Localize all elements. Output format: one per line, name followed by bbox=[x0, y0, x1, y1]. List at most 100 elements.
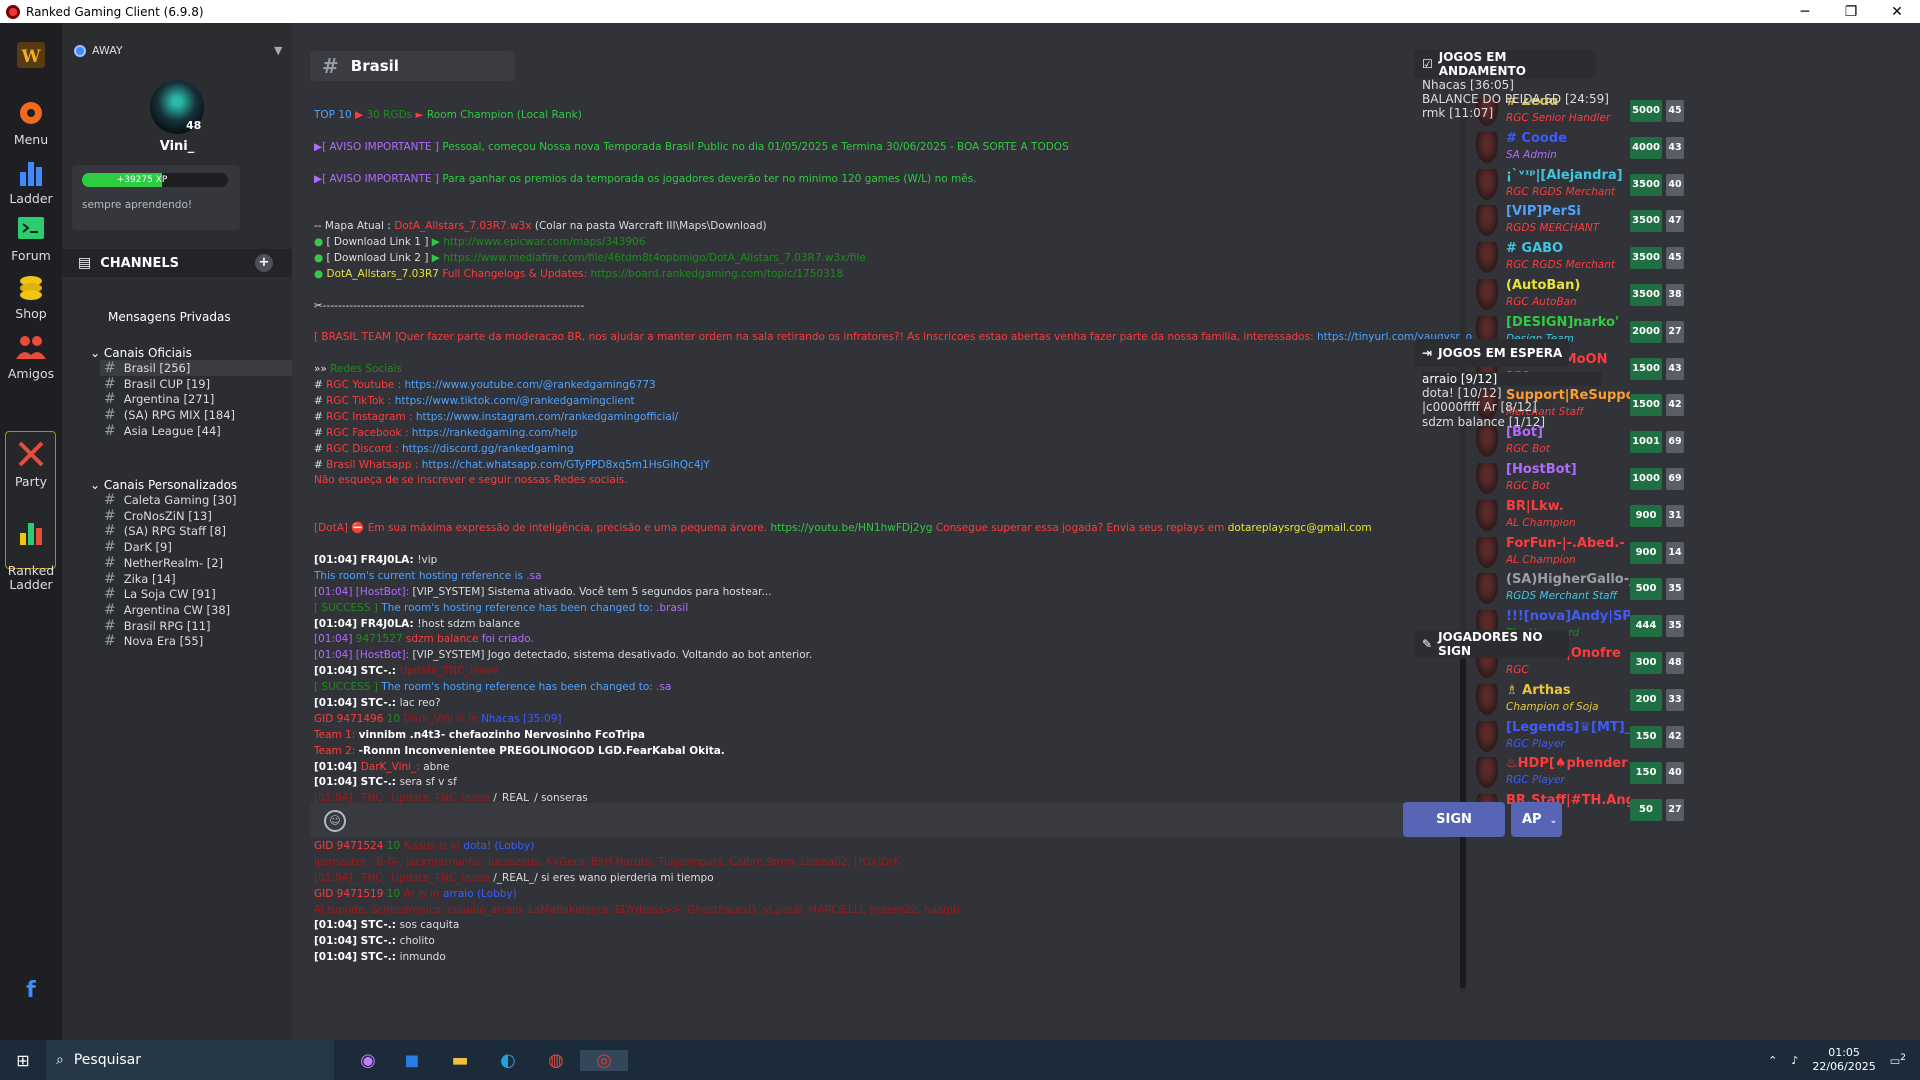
channel-item[interactable]: # (SA) RPG Staff [8] bbox=[104, 523, 226, 539]
chat-line: GID 9471496 10 Dark_Vini is in Nhacas [3… bbox=[314, 712, 1474, 728]
party-button[interactable]: Party bbox=[0, 439, 62, 489]
game-item[interactable]: arraio [9/12] bbox=[1422, 372, 1602, 387]
chat-segment: DotA_Allstars_7.03R7 bbox=[326, 267, 443, 280]
title-bar: Ranked Gaming Client (6.9.8) ─ ❐ ✕ bbox=[0, 0, 1920, 23]
chat-segment: https://www.youtube.com/@rankedgaming677… bbox=[404, 379, 656, 392]
game-item[interactable]: dota! [10/12] bbox=[1422, 386, 1602, 400]
game-item[interactable]: Nhacas [36:05] bbox=[1422, 78, 1609, 92]
chat-segment: »» bbox=[314, 363, 331, 376]
game-item[interactable]: sdzm balance [1/12] bbox=[1422, 415, 1602, 429]
xp-label: +39275 XP bbox=[116, 175, 168, 185]
shop-label: Shop bbox=[15, 306, 47, 321]
channel-item[interactable]: # CroNosZiN [13] bbox=[104, 508, 212, 524]
channel-item[interactable]: # Argentina [271] bbox=[104, 391, 214, 407]
notification-icon[interactable]: ▭2 bbox=[1890, 1052, 1906, 1068]
chat-segment: [01:04] STC-.: bbox=[314, 665, 400, 678]
message-input[interactable]: ☺ bbox=[310, 803, 1452, 838]
hash-icon: # bbox=[322, 54, 339, 78]
official-category[interactable]: ⌄ Canais Oficiais bbox=[90, 346, 192, 360]
menu-button[interactable]: Menu bbox=[0, 97, 62, 147]
chat-line: # RGC TikTok : https://www.tiktok.com/@r… bbox=[314, 394, 1474, 410]
chat-segment: 10 bbox=[386, 712, 404, 725]
maximize-icon[interactable]: ❐ bbox=[1828, 4, 1874, 20]
chat-line: [01:04] 9471527 sdzm balance foi criado. bbox=[314, 632, 1474, 648]
app-icon bbox=[6, 4, 20, 19]
channel-item[interactable]: # Brasil RPG [11] bbox=[104, 618, 211, 634]
channel-item[interactable]: # Brasil CUP [19] bbox=[104, 376, 210, 392]
chat-line: [DotA] ⛔ Em sua máxima expressão de inte… bbox=[314, 521, 1474, 537]
game-item[interactable]: |c0000ffff Ar [8/12] bbox=[1422, 400, 1602, 414]
chat-segment: RGC Facebook : bbox=[326, 426, 412, 439]
speaker-icon[interactable]: ♪ bbox=[1791, 1054, 1798, 1067]
chat-segment: [VIP_SYSTEM] Jogo detectado, sistema des… bbox=[412, 649, 813, 662]
chat-segment: Al.tupode, Schizofrenico, claudio_arraio… bbox=[314, 903, 960, 916]
chat-segment: [ SUCCESS ] bbox=[314, 601, 382, 614]
profile-motto: sempre aprendendo! bbox=[82, 199, 193, 211]
status-selector[interactable]: AWAY ▼ bbox=[74, 44, 282, 57]
coins-icon bbox=[20, 276, 42, 300]
private-messages[interactable]: Mensagens Privadas bbox=[108, 310, 231, 324]
chat-segment: arraio (Lobby) bbox=[442, 887, 517, 900]
channel-item[interactable]: # Argentina CW [38] bbox=[104, 602, 230, 618]
ranked-ladder-button[interactable]: Ranked Ladder bbox=[0, 501, 62, 592]
chat-segment: [01:04] [HostBot]: bbox=[314, 585, 413, 598]
ladder-button[interactable]: Ladder bbox=[0, 156, 62, 206]
close-icon[interactable]: ✕ bbox=[1874, 4, 1920, 20]
channel-item[interactable]: # (SA) RPG MIX [184] bbox=[104, 407, 235, 423]
chat-segment: GID 9471524 bbox=[314, 839, 387, 852]
tray-arrow-icon[interactable]: ⌃ bbox=[1768, 1054, 1777, 1067]
hash-icon: # bbox=[104, 554, 116, 571]
chrome-icon[interactable]: ◍ bbox=[532, 1050, 580, 1071]
channel-item[interactable]: # NetherRealm- [2] bbox=[104, 555, 223, 571]
chat-line bbox=[314, 537, 1474, 553]
games-in-progress-list: Nhacas [36:05] BALANCE DO PEIDA SD [24:59… bbox=[1422, 78, 1609, 121]
chat-line: ✂---------------------------------------… bbox=[314, 299, 1474, 315]
chat-segment: Ar is in bbox=[403, 887, 443, 900]
forum-button[interactable]: Forum bbox=[0, 213, 62, 263]
chevron-down-icon: ⌄ bbox=[90, 478, 104, 492]
copilot-icon[interactable]: ◉ bbox=[348, 1050, 388, 1071]
ap-button[interactable]: AP ⌄ bbox=[1511, 802, 1562, 837]
chat-segment: Em sua máxima expressão de inteligência,… bbox=[367, 522, 771, 535]
channel-item[interactable]: # Caleta Gaming [30] bbox=[104, 492, 237, 508]
chat-line: Team 2: -Ronnn Inconvenientee PREGOLINOG… bbox=[314, 744, 1474, 760]
chat-segment: dota! (Lobby) bbox=[463, 839, 535, 852]
warcraft-logo[interactable]: W bbox=[0, 39, 62, 74]
channel-item[interactable]: # Nova Era [55] bbox=[104, 633, 203, 649]
clock[interactable]: 01:05 22/06/2025 bbox=[1812, 1046, 1875, 1074]
chat-segment: Consegue superar essa jogada? Envia seus… bbox=[935, 522, 1228, 535]
channel-item[interactable]: # Zika [14] bbox=[104, 571, 176, 587]
rgc-app-icon[interactable]: ◎ bbox=[580, 1049, 628, 1071]
outlook-icon[interactable]: ◼ bbox=[388, 1050, 436, 1071]
windows-start-icon[interactable]: ⊞ bbox=[0, 1051, 46, 1070]
taskbar-search[interactable]: ⌕ Pesquisar bbox=[46, 1040, 334, 1080]
chat-segment: sdzm balance bbox=[405, 633, 482, 646]
folder-icon[interactable]: ▬ bbox=[436, 1050, 484, 1071]
channel-item[interactable]: # DarK [9] bbox=[104, 539, 172, 555]
add-channel-icon[interactable]: + bbox=[255, 254, 273, 272]
chat-log[interactable]: TOP 10 ▶ 30 RGDs ► Room Champion (Local … bbox=[314, 108, 1474, 993]
friends-button[interactable]: Amigos bbox=[0, 331, 62, 381]
chat-line: [01:04] [HostBot]: [VIP_SYSTEM] Sistema … bbox=[314, 585, 1474, 601]
emoji-icon[interactable]: ☺ bbox=[324, 810, 346, 832]
channel-item[interactable]: # Asia League [44] bbox=[104, 423, 221, 439]
minimize-icon[interactable]: ─ bbox=[1782, 4, 1828, 20]
hash-icon: # bbox=[104, 570, 116, 587]
bar-chart-icon bbox=[20, 162, 42, 186]
channel-item[interactable]: # La Soja CW [91] bbox=[104, 586, 216, 602]
channel-item[interactable]: # Brasil [256] bbox=[100, 360, 292, 376]
chat-segment: !host sdzm balance bbox=[417, 617, 521, 630]
edge-icon[interactable]: ◐ bbox=[484, 1050, 532, 1071]
game-item[interactable]: BALANCE DO PEIDA SD [24:59] bbox=[1422, 92, 1609, 106]
waiting-games-list: arraio [9/12] dota! [10/12] |c0000ffff Ar … bbox=[1422, 372, 1602, 429]
friends-label: Amigos bbox=[7, 366, 55, 381]
shop-button[interactable]: Shop bbox=[0, 271, 62, 321]
chat-line: # RGC Discord : https://discord.gg/ranke… bbox=[314, 442, 1474, 458]
custom-category[interactable]: ⌄ Canais Personalizados bbox=[90, 478, 237, 492]
chat-segment: The room's hosting reference has been ch… bbox=[381, 601, 657, 614]
game-item[interactable]: rmk [11:07] bbox=[1422, 106, 1609, 120]
chat-line bbox=[314, 489, 1474, 505]
chat-segment: The room's hosting reference has been ch… bbox=[381, 681, 657, 694]
facebook-icon[interactable]: f bbox=[0, 978, 62, 1003]
sign-button[interactable]: SIGN bbox=[1403, 802, 1505, 837]
